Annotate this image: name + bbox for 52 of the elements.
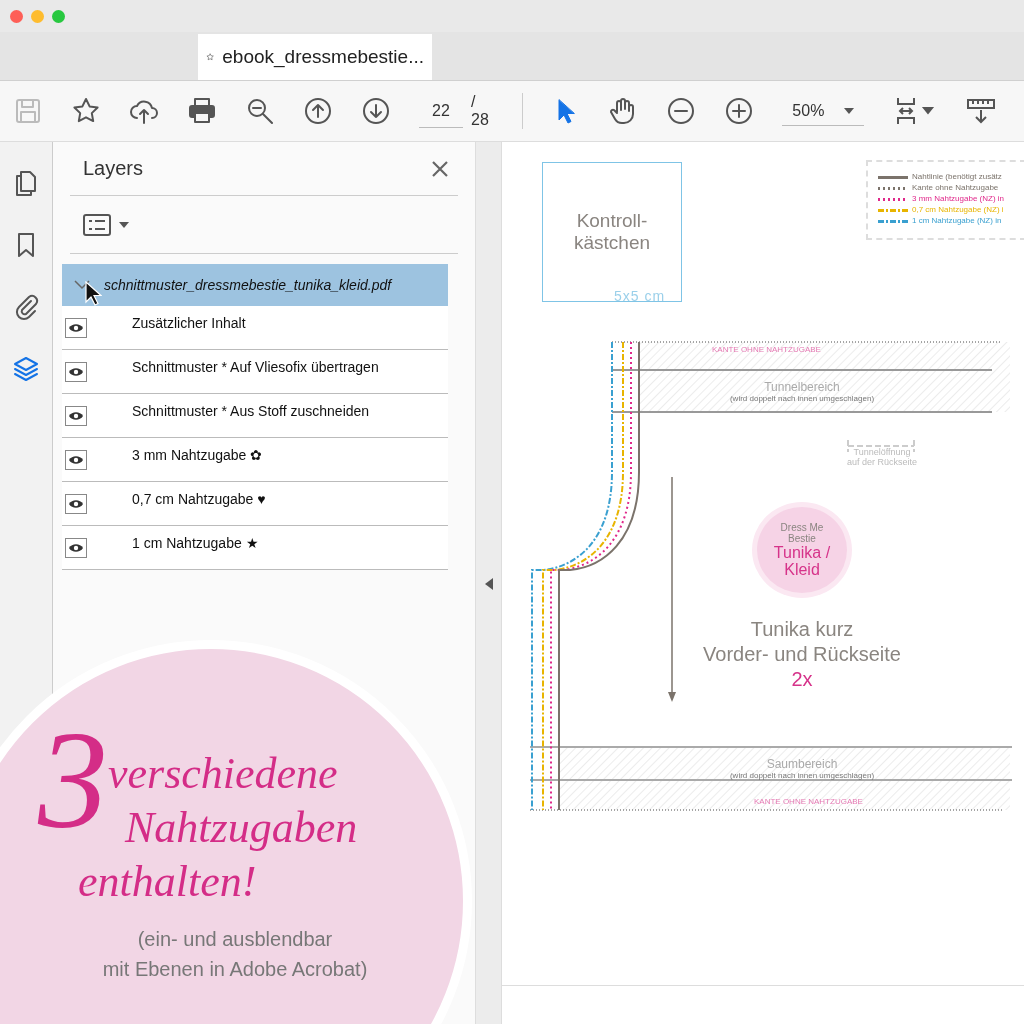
- panel-title: Layers: [83, 157, 144, 180]
- layer-name: 0,7 cm Nahtzugabe ♥: [132, 491, 266, 507]
- legend-label: Kante ohne Nahtzugabe: [912, 183, 999, 193]
- eye-icon[interactable]: [65, 494, 87, 514]
- arrow-down-circle-icon[interactable]: [361, 96, 391, 126]
- page-count: / 28: [471, 93, 490, 129]
- piece-subtitle: Vorder- und Rückseite: [703, 642, 901, 667]
- layers-icon[interactable]: [11, 354, 41, 384]
- layer-name: 3 mm Nahtzugabe ✿: [132, 447, 263, 463]
- options-menu-button[interactable]: [83, 213, 129, 236]
- legend-label: 3 mm Nahtzugabe (NZ) in: [912, 194, 1005, 204]
- edge-label: KANTE OHNE NAHTZUGABE: [754, 797, 863, 806]
- document-tab[interactable]: ebook_dressmebestie...: [198, 34, 432, 80]
- magnifier-minus-icon[interactable]: [245, 96, 275, 126]
- edge-label: KANTE OHNE NAHTZUGABE: [712, 345, 821, 354]
- band-label: Saumbereich (wird doppelt nach innen umgeschlagen): [728, 757, 876, 780]
- eye-icon[interactable]: [65, 362, 87, 382]
- band-label: Tunnelbereich (wird doppelt nach innen umgeschlagen): [728, 380, 876, 403]
- layer-name: Schnittmuster * Aus Stoff zuschneiden: [132, 403, 370, 419]
- eye-icon[interactable]: [65, 406, 87, 426]
- arrow-up-circle-icon[interactable]: [303, 96, 333, 126]
- legend-label: Nahtlinie (benötigt zusätz: [912, 172, 1002, 182]
- plus-circle-icon[interactable]: [724, 96, 755, 126]
- close-icon[interactable]: [430, 158, 450, 179]
- opening-label: Tunnelöffnung auf der Rückseite: [845, 447, 918, 467]
- document-tree-item[interactable]: schnittmuster_dressmebestie_tunika_kleid.pdf: [62, 264, 448, 306]
- promo-text: verschiedene: [108, 749, 338, 798]
- layer-name: 1 cm Nahtzugabe ★: [132, 535, 259, 551]
- promo-number: 3: [38, 710, 108, 850]
- control-square-label: Kontroll- kästchen: [572, 210, 651, 254]
- caret-icon: [844, 107, 854, 114]
- page-number-field[interactable]: 22: [419, 94, 463, 128]
- minus-circle-icon[interactable]: [666, 96, 697, 126]
- layer-name: Schnittmuster * Auf Vliesofix übertragen: [132, 359, 379, 375]
- layer-name: Zusätzlicher Inhalt: [132, 315, 246, 331]
- eye-icon[interactable]: [65, 450, 87, 470]
- cursor-icon: [84, 281, 102, 307]
- eye-icon[interactable]: [65, 318, 87, 338]
- promo-note: (ein- und ausblendbar mit Ebenen in Adobe Acrobat): [101, 927, 369, 982]
- piece-count: 2x: [791, 667, 813, 692]
- size-label: 5x5 cm: [614, 288, 666, 304]
- chevron-icon: [74, 280, 90, 290]
- eye-icon[interactable]: [65, 538, 87, 558]
- promo-text: Nahtzugaben: [125, 802, 358, 854]
- print-icon[interactable]: [187, 96, 217, 126]
- legend-label: 1 cm Nahtzugabe (NZ) in: [912, 216, 1002, 226]
- caret-icon: [119, 221, 129, 228]
- promo-text: enthalten!: [78, 856, 257, 908]
- piece-title: Tunika kurz: [750, 617, 854, 642]
- legend-label: 0,7 cm Nahtzugabe (NZ) i: [912, 205, 1004, 215]
- zoom-dropdown[interactable]: 50%: [782, 96, 864, 126]
- ruler-download-icon[interactable]: [966, 96, 996, 126]
